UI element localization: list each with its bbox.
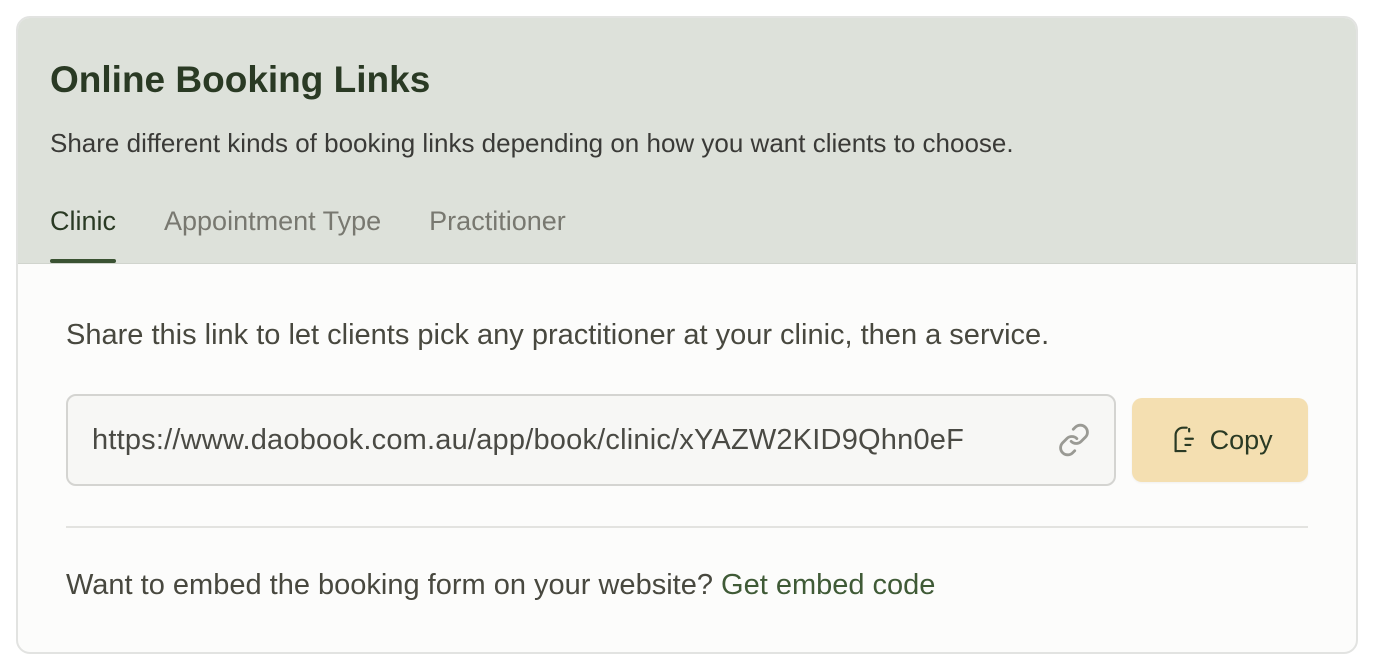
link-icon bbox=[1056, 422, 1092, 458]
embed-prompt: Want to embed the booking form on your w… bbox=[66, 569, 713, 601]
page-subtitle: Share different kinds of booking links d… bbox=[50, 128, 1014, 158]
tab-appointment-type[interactable]: Appointment Type bbox=[164, 203, 381, 263]
link-description: Share this link to let clients pick any … bbox=[66, 319, 1050, 351]
get-embed-code-link[interactable]: Get embed code bbox=[721, 569, 935, 601]
tab-bar: Clinic Appointment Type Practitioner bbox=[50, 203, 566, 263]
link-row: https://www.daobook.com.au/app/book/clin… bbox=[66, 394, 1308, 486]
tab-panel-clinic: Share this link to let clients pick any … bbox=[18, 264, 1356, 604]
booking-url-text[interactable]: https://www.daobook.com.au/app/book/clin… bbox=[92, 424, 1044, 457]
copy-icon bbox=[1168, 423, 1200, 457]
tab-clinic[interactable]: Clinic bbox=[50, 203, 117, 263]
copy-button-label: Copy bbox=[1209, 424, 1273, 455]
embed-prompt-line: Want to embed the booking form on your w… bbox=[66, 528, 1308, 604]
copy-button[interactable]: Copy bbox=[1132, 398, 1308, 482]
booking-links-card: Online Booking Links Share different kin… bbox=[16, 16, 1358, 654]
booking-url-field[interactable]: https://www.daobook.com.au/app/book/clin… bbox=[66, 394, 1117, 486]
page-title: Online Booking Links bbox=[50, 59, 431, 100]
card-header: Online Booking Links Share different kin… bbox=[18, 18, 1356, 264]
tab-practitioner[interactable]: Practitioner bbox=[429, 203, 566, 263]
